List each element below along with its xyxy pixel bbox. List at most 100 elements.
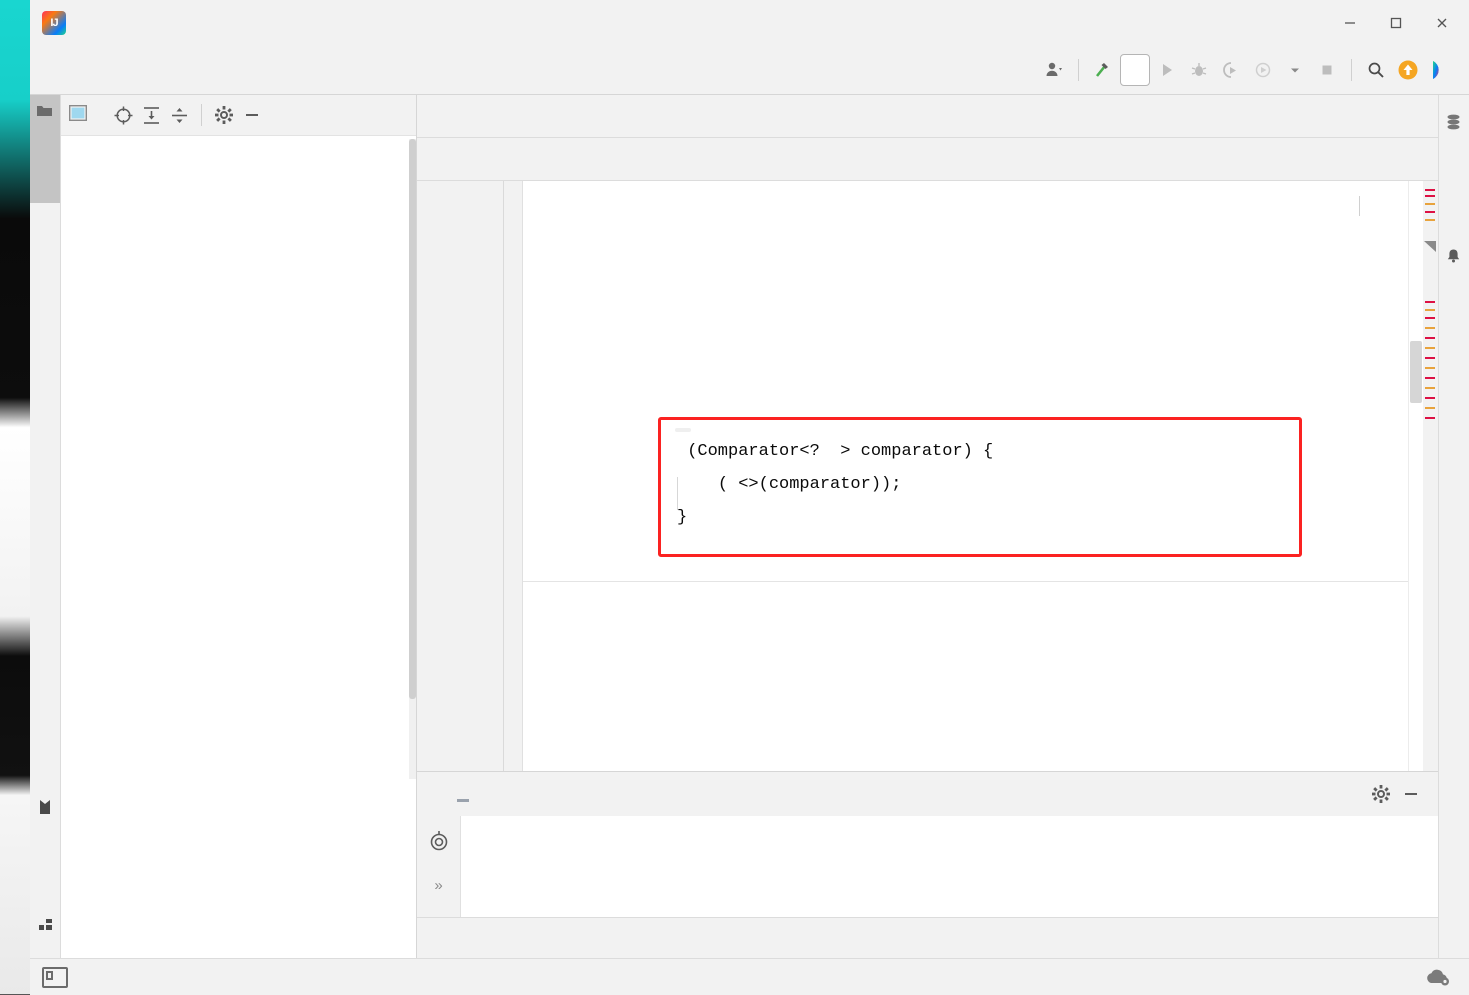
project-tree-scroll-thumb[interactable] [409, 139, 416, 699]
marker-tick [1425, 367, 1435, 369]
run-configuration-selector[interactable] [1120, 54, 1150, 86]
marker-tick [1425, 337, 1435, 339]
problems-toolbar [1368, 781, 1438, 807]
marker-tick [1425, 397, 1435, 399]
close-button[interactable] [1419, 1, 1465, 45]
toggle-toolwindows-icon[interactable] [42, 967, 68, 988]
maximize-button[interactable] [1373, 1, 1419, 45]
bottom-tool-window-bar [417, 917, 1438, 958]
structure-icon [38, 918, 53, 932]
marker-tick [1425, 377, 1435, 379]
left-tool-window-strip [30, 95, 61, 958]
sidebar-item-structure[interactable] [30, 823, 60, 941]
sidebar-item-bookmarks[interactable] [30, 695, 60, 823]
gutter-divider [503, 181, 504, 771]
editor-scroll-thumb[interactable] [1410, 341, 1422, 403]
run-icon[interactable] [1152, 55, 1182, 85]
collapse-all-icon[interactable] [166, 102, 192, 128]
inspections-icon[interactable] [428, 830, 450, 855]
window-controls [1327, 1, 1469, 45]
editor-gutter [417, 181, 523, 771]
search-everywhere-icon[interactable] [1361, 55, 1391, 85]
settings-gear-icon[interactable] [211, 102, 237, 128]
update-project-icon[interactable] [1393, 55, 1423, 85]
tab-current-file[interactable] [449, 785, 477, 804]
expand-all-icon[interactable] [138, 102, 164, 128]
ide-assistant-icon[interactable] [1425, 55, 1455, 85]
cloud-settings-icon[interactable] [1425, 968, 1451, 986]
problems-header [417, 772, 1438, 816]
marker-tick [1425, 219, 1435, 221]
marker-tick [1425, 327, 1435, 329]
status-left [30, 967, 68, 988]
marker-tick [1425, 417, 1435, 419]
contract-annotation-hint [675, 428, 691, 432]
project-window-icon [69, 105, 87, 125]
editor-tab-row-2 [417, 138, 1438, 181]
marker-tick [1425, 407, 1435, 409]
navigation-bar [30, 46, 1469, 95]
nav-toolbar [1039, 54, 1469, 86]
toolbar-divider-2 [1351, 59, 1352, 81]
marker-tick [1425, 387, 1435, 389]
hide-panel-icon[interactable] [239, 102, 265, 128]
highlighted-code-block: (Comparator<? > comparator) { ( <>(compa… [658, 417, 1302, 557]
code-line-142[interactable]: } [661, 501, 1299, 534]
editor-content[interactable]: (Comparator<? > comparator) { ( <>(compa… [523, 181, 1408, 771]
editor-tab-row-1 [417, 95, 1438, 138]
sidebar-item-notifications[interactable] [1439, 239, 1469, 389]
right-tool-window-strip [1438, 95, 1469, 958]
sidebar-item-project[interactable] [30, 95, 60, 203]
code-line-141[interactable]: ( <>(comparator)); [661, 468, 1299, 501]
main-area: (Comparator<? > comparator) { ( <>(compa… [30, 95, 1469, 958]
project-folder-icon [37, 104, 53, 117]
hide-panel-icon[interactable] [1398, 781, 1424, 807]
project-tool-window [61, 95, 417, 958]
intellij-logo-icon: IJ [42, 11, 66, 35]
run-with-coverage-icon[interactable] [1216, 55, 1246, 85]
project-panel-title[interactable] [69, 105, 94, 125]
editor-floating-toolbar [1327, 189, 1392, 223]
editor-body: (Comparator<? > comparator) { ( <>(compa… [417, 181, 1438, 771]
problems-empty-message [460, 816, 1438, 917]
sidebar-item-database[interactable] [1439, 105, 1469, 229]
marker-tick [1425, 211, 1435, 213]
gutter-line-rows [417, 181, 522, 456]
marker-tick [1425, 203, 1435, 205]
minimize-button[interactable] [1327, 1, 1373, 45]
title-bar: IJ [30, 0, 1469, 46]
user-account-icon[interactable] [1039, 55, 1069, 85]
marker-tick [1425, 357, 1435, 359]
marker-lane-indicator [1424, 241, 1436, 252]
chevron-down-icon[interactable] [1280, 55, 1310, 85]
project-tree-scrollbar[interactable] [409, 139, 416, 779]
hammer-build-icon[interactable] [1088, 55, 1118, 85]
status-bar [30, 958, 1469, 995]
problems-side-strip: » [417, 816, 460, 917]
desktop-left-edge [0, 0, 30, 994]
editor-scrollbar[interactable] [1408, 181, 1423, 771]
code-indent-guide [677, 477, 678, 510]
settings-gear-icon[interactable] [1368, 781, 1394, 807]
javadoc-bottom [523, 589, 1408, 721]
debug-icon[interactable] [1184, 55, 1214, 85]
status-right [1409, 968, 1469, 986]
tab-project-errors[interactable] [477, 785, 505, 804]
floating-divider [1359, 196, 1360, 216]
toolbar-divider [1078, 59, 1079, 81]
bell-icon [1446, 248, 1462, 263]
bookmark-icon [38, 799, 53, 814]
marker-tick [1425, 309, 1435, 311]
stop-icon[interactable] [1312, 55, 1342, 85]
expand-more-icon[interactable]: » [434, 877, 442, 894]
project-tree[interactable] [61, 136, 416, 958]
panel-toolbar-divider [201, 104, 202, 126]
code-line-140[interactable]: (Comparator<? > comparator) { [661, 435, 1299, 468]
marker-tick [1425, 317, 1435, 319]
doc-separator [523, 581, 1408, 582]
profile-icon[interactable] [1248, 55, 1278, 85]
editor-marker-lane[interactable] [1423, 181, 1438, 771]
editor-area: (Comparator<? > comparator) { ( <>(compa… [417, 95, 1438, 958]
select-opened-file-icon[interactable] [110, 102, 136, 128]
marker-tick [1425, 301, 1435, 303]
